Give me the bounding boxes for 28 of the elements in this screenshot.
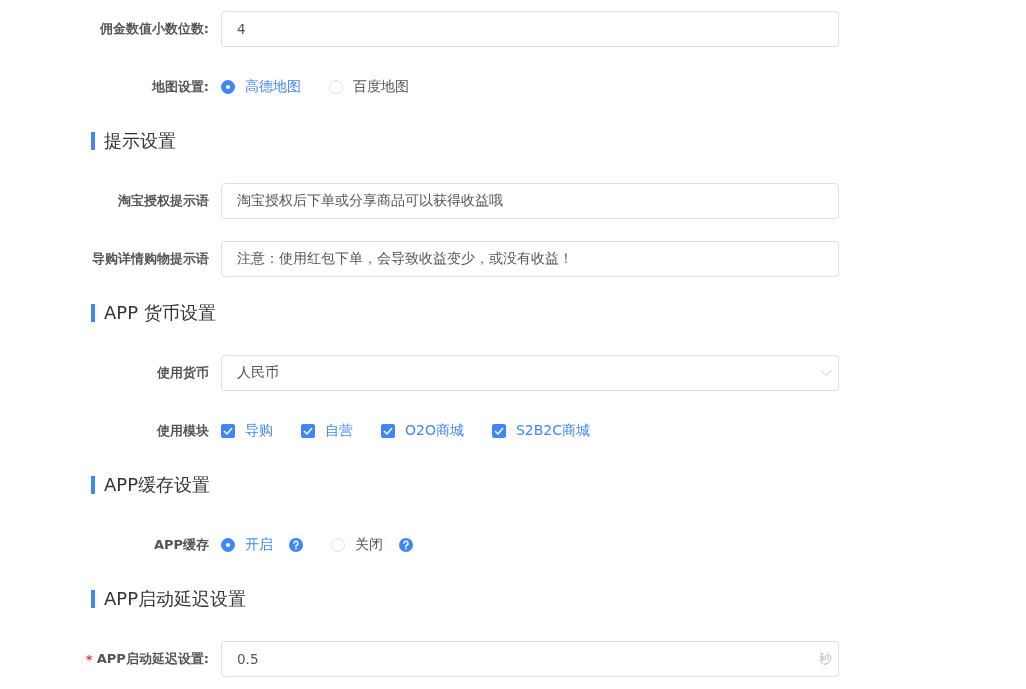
section-heading: APP启动延迟设置 [91,590,247,608]
section-heading: APP缓存设置 [91,476,211,494]
text-input[interactable]: 注意：使用红包下单，会导致收益变少，或没有收益！ [221,241,839,277]
checkbox-option[interactable]: 导购 [221,422,273,440]
section-heading: 提示设置 [91,132,176,150]
field-label: 地图设置: [151,78,209,96]
select-field[interactable]: 人民币 [221,355,839,391]
required-mark: * [85,651,93,667]
field-label: 导购详情购物提示语 [92,250,209,268]
checkbox-option[interactable]: O2O商城 [381,422,464,440]
checkbox-option[interactable]: 自营 [301,422,353,440]
field-label: 佣金数值小数位数: [99,20,209,38]
chevron-down-icon [820,369,832,377]
radio-option[interactable]: 百度地图 [329,78,409,96]
field-label: APP缓存 [153,536,209,554]
text-input[interactable]: 0.5 秒 [221,641,839,677]
unit-suffix: 秒 [819,650,832,668]
field-label: 淘宝授权提示语 [118,192,209,210]
section-heading: APP 货币设置 [91,304,216,322]
radio-option[interactable]: 开启 [221,536,273,554]
field-label: 使用货币 [157,364,209,382]
field-label: APP启动延迟设置: [96,650,209,668]
radio-option[interactable]: 关闭 [331,536,383,554]
field-label: 使用模块 [157,422,209,440]
text-input[interactable]: 淘宝授权后下单或分享商品可以获得收益哦 [221,183,839,219]
checkbox-option[interactable]: S2B2C商城 [491,422,591,440]
radio-option[interactable]: 高德地图 [221,78,301,96]
text-input[interactable]: 4 [221,11,839,47]
